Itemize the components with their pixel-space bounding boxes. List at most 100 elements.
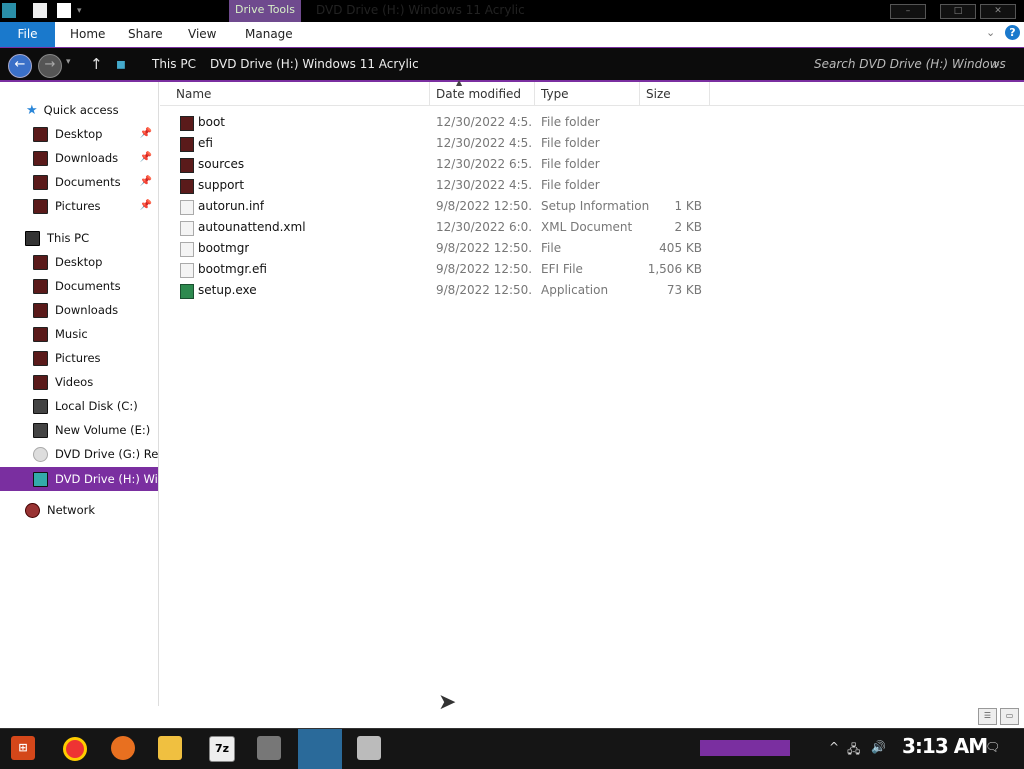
file-name: sources [198, 157, 245, 171]
recent-locations-icon[interactable]: ▾ [66, 57, 71, 67]
nav-dvd-drive-g[interactable]: DVD Drive (G:) Revi [0, 443, 158, 465]
file-date-modified: 12/30/2022 4:5... [436, 136, 532, 150]
drive-tools-context-tab[interactable]: Drive Tools [229, 0, 301, 22]
tab-file[interactable]: File [0, 22, 55, 47]
nav-pc-documents[interactable]: Documents [0, 275, 158, 297]
column-size[interactable]: Size [640, 82, 710, 105]
file-size: 1,506 KB [647, 262, 702, 276]
tab-manage[interactable]: Manage [245, 22, 293, 47]
column-type[interactable]: Type [535, 82, 640, 105]
pin-icon[interactable]: 📌 [140, 171, 152, 193]
pictures-folder-icon [33, 351, 48, 366]
folder-icon [180, 116, 194, 131]
file-date-modified: 12/30/2022 6:0... [436, 220, 532, 234]
customize-quick-access-icon[interactable]: ▾ [77, 6, 82, 16]
file-date-modified: 9/8/2022 12:50... [436, 241, 532, 255]
new-folder-icon[interactable] [57, 3, 71, 18]
back-button[interactable]: ← [8, 54, 32, 78]
maximize-button[interactable]: □ [940, 4, 976, 19]
nav-pc-pictures[interactable]: Pictures [0, 347, 158, 369]
nav-label: This PC [47, 231, 90, 245]
chrome-icon[interactable] [63, 737, 87, 761]
large-icons-view-button[interactable]: ▭ [1000, 708, 1019, 725]
folder-icon [180, 137, 194, 152]
file-name: bootmgr [198, 241, 250, 255]
nav-label: Documents [55, 175, 121, 189]
nav-pc-desktop[interactable]: Desktop [0, 251, 158, 273]
tab-share[interactable]: Share [128, 22, 163, 47]
forward-button[interactable]: → [38, 54, 62, 78]
table-row[interactable]: support 12/30/2022 4:5... File folder [160, 175, 720, 196]
nav-quick-documents[interactable]: Documents 📌 [0, 171, 158, 193]
column-name[interactable]: Name [170, 82, 430, 105]
network-tray-icon[interactable]: 🖧 [847, 740, 860, 761]
table-row[interactable]: setup.exe 9/8/2022 12:50... Application 73 … [160, 280, 720, 301]
nav-local-disk-c[interactable]: Local Disk (C:) [0, 395, 158, 417]
file-date-modified: 9/8/2022 12:50... [436, 199, 532, 213]
nav-quick-pictures[interactable]: Pictures 📌 [0, 195, 158, 217]
nav-pc-videos[interactable]: Videos [0, 371, 158, 393]
up-button[interactable]: ↑ [90, 55, 103, 73]
volume-icon[interactable]: 🔊 [871, 740, 886, 754]
close-button[interactable]: ✕ [980, 4, 1016, 19]
table-row[interactable]: efi 12/30/2022 4:5... File folder [160, 133, 720, 154]
column-headers: Name ▲ Date modified Type Size [160, 78, 1024, 106]
search-icon[interactable]: ⌕ [993, 53, 1000, 75]
breadcrumb-this-pc[interactable]: This PC [152, 57, 196, 71]
file-size: 405 KB [659, 241, 702, 255]
pin-icon[interactable]: 📌 [140, 123, 152, 145]
file-size: 2 KB [674, 220, 702, 234]
properties-icon[interactable] [33, 3, 47, 18]
documents-folder-icon [33, 175, 48, 190]
file-type: File [541, 241, 562, 255]
title-bar: ▾ Drive Tools DVD Drive (H:) Windows 11 … [0, 0, 1024, 22]
help-icon[interactable]: ? [1005, 25, 1020, 40]
pin-icon[interactable]: 📌 [140, 147, 152, 169]
file-icon [180, 263, 194, 278]
firefox-icon[interactable] [111, 736, 135, 760]
mouse-cursor-icon: ➤ [438, 690, 457, 715]
file-name: support [198, 178, 245, 192]
start-button-icon[interactable]: ⊞ [11, 736, 35, 760]
breadcrumb-dvd-drive[interactable]: DVD Drive (H:) Windows 11 Acrylic [210, 57, 419, 71]
file-type: File folder [541, 115, 600, 129]
table-row[interactable]: autorun.inf 9/8/2022 12:50... Setup Inform… [160, 196, 720, 217]
nav-quick-access[interactable]: ★ Quick access [0, 99, 158, 121]
nav-label: Pictures [55, 199, 101, 213]
tab-home[interactable]: Home [70, 22, 105, 47]
notification-icon[interactable]: 🗨 [985, 740, 1000, 754]
file-date-modified: 9/8/2022 12:50... [436, 283, 532, 297]
nav-quick-desktop[interactable]: Desktop 📌 [0, 123, 158, 145]
minimize-button[interactable]: – [890, 4, 926, 19]
file-explorer-icon[interactable] [158, 736, 182, 760]
tab-view[interactable]: View [188, 22, 216, 47]
table-row[interactable]: bootmgr.efi 9/8/2022 12:50... EFI File 1,50… [160, 259, 720, 280]
nav-quick-downloads[interactable]: Downloads 📌 [0, 147, 158, 169]
search-input[interactable]: Search DVD Drive (H:) Windows ... ⌕ [806, 53, 1006, 75]
details-view-button[interactable]: ☰ [978, 708, 997, 725]
clock[interactable]: 3:13 AM [902, 734, 988, 758]
explorer-app-icon[interactable] [2, 3, 16, 18]
table-row[interactable]: autounattend.xml 12/30/2022 6:0... XML Doc… [160, 217, 720, 238]
table-row[interactable]: bootmgr 9/8/2022 12:50... File 405 KB [160, 238, 720, 259]
table-row[interactable]: sources 12/30/2022 6:5... File folder [160, 154, 720, 175]
table-row[interactable]: boot 12/30/2022 4:5... File folder [160, 112, 720, 133]
nav-this-pc[interactable]: This PC [0, 227, 158, 249]
installer-icon[interactable] [257, 736, 281, 760]
expand-ribbon-icon[interactable]: ⌄ [986, 26, 995, 39]
pin-icon[interactable]: 📌 [140, 195, 152, 217]
nav-pc-downloads[interactable]: Downloads [0, 299, 158, 321]
nav-label: Desktop [55, 255, 103, 269]
nav-new-volume-e[interactable]: New Volume (E:) [0, 419, 158, 441]
nav-dvd-drive-h[interactable]: DVD Drive (H:) Wir [0, 467, 158, 491]
file-name: autounattend.xml [198, 220, 306, 234]
music-folder-icon [33, 327, 48, 342]
nav-network[interactable]: Network [0, 499, 158, 521]
active-explorer-task-icon[interactable] [298, 729, 342, 769]
tray-chevron-icon[interactable]: ^ [829, 740, 839, 754]
videos-folder-icon [33, 375, 48, 390]
7zip-icon[interactable]: 7z [209, 736, 235, 762]
column-date-modified[interactable]: Date modified [430, 82, 535, 105]
nav-pc-music[interactable]: Music [0, 323, 158, 345]
task-manager-icon[interactable] [357, 736, 381, 760]
